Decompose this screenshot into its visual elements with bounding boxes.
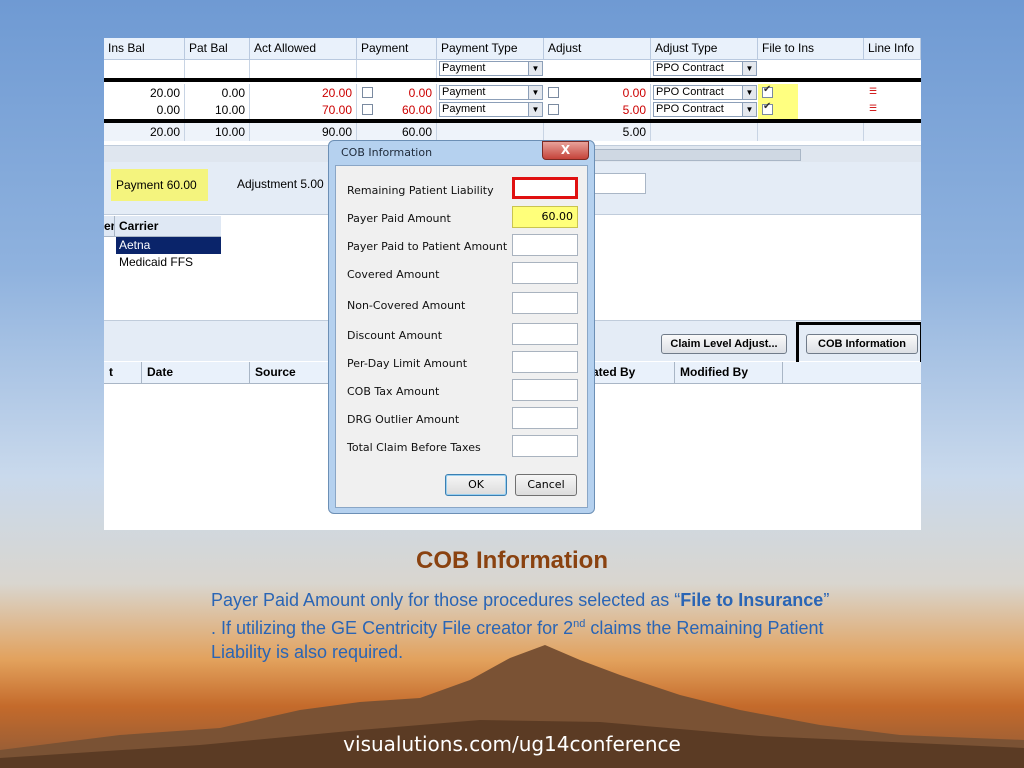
slide-body: Payer Paid Amount only for those procedu…: [211, 588, 831, 664]
payer-paid-amount-input[interactable]: 60.00: [512, 206, 578, 228]
ins-bal-cell[interactable]: 20.00: [104, 84, 185, 102]
dropdown-arrow-icon[interactable]: ▼: [528, 62, 542, 75]
new-row: Payment ▼ PPO Contract ▼: [104, 60, 921, 78]
adjust-type-select[interactable]: PPO Contract ▼: [653, 61, 757, 76]
cob-information-dialog: COB Information X Remaining Patient Liab…: [328, 140, 595, 514]
col-date[interactable]: Date: [142, 362, 250, 383]
scrollbar-thumb[interactable]: [574, 149, 801, 161]
covered-amount-input[interactable]: [512, 262, 578, 284]
table-row[interactable]: 0.00 10.00 70.00 60.00 Payment ▼ 5.00 PPO…: [104, 101, 921, 119]
cancel-button[interactable]: Cancel: [515, 474, 577, 496]
cob-tax-amount-input[interactable]: [512, 379, 578, 401]
body-text: Payer Paid Amount only for those procedu…: [211, 590, 681, 610]
per-day-limit-input[interactable]: [512, 351, 578, 373]
col-adjust-type[interactable]: Adjust Type: [651, 38, 758, 59]
total-payment: 60.00: [357, 123, 437, 141]
close-icon[interactable]: X: [542, 141, 589, 160]
total-ins-bal: 20.00: [104, 123, 185, 141]
col-cut[interactable]: t: [104, 362, 142, 383]
col-ins-bal[interactable]: Ins Bal: [104, 38, 185, 59]
dropdown-arrow-icon[interactable]: ▼: [528, 86, 542, 99]
total-adjust: 5.00: [544, 123, 651, 141]
payment-checkbox[interactable]: [362, 104, 373, 115]
grid-header: Ins Bal Pat Bal Act Allowed Payment Paym…: [104, 38, 921, 60]
col-pat-bal[interactable]: Pat Bal: [185, 38, 250, 59]
col-payment-type[interactable]: Payment Type: [437, 38, 544, 59]
dropdown-arrow-icon[interactable]: ▼: [742, 86, 756, 99]
body-superscript: nd: [573, 618, 586, 630]
line-info-icon[interactable]: ☰: [869, 103, 877, 114]
list-item[interactable]: Aetna: [116, 237, 221, 254]
remaining-patient-liability-input[interactable]: [512, 177, 578, 199]
list-item[interactable]: Medicaid FFS: [116, 254, 221, 271]
dialog-title: COB Information: [341, 146, 433, 159]
file-to-ins-checkbox[interactable]: [762, 101, 773, 115]
col-created-by[interactable]: ated By: [587, 362, 675, 383]
dropdown-arrow-icon[interactable]: ▼: [528, 103, 542, 116]
line-info-icon[interactable]: ☰: [869, 86, 877, 97]
ok-button[interactable]: OK: [445, 474, 507, 496]
total-pat-bal: 10.00: [185, 123, 250, 141]
payment-checkbox[interactable]: [362, 87, 373, 98]
adjust-cell[interactable]: 0.00: [544, 84, 651, 102]
pat-bal-cell[interactable]: 10.00: [185, 101, 250, 119]
carrier-col-cut: er: [104, 216, 115, 236]
adjust-cell[interactable]: 5.00: [544, 101, 651, 119]
discount-amount-input[interactable]: [512, 323, 578, 345]
payer-paid-to-patient-input[interactable]: [512, 234, 578, 256]
footer-url[interactable]: visualutions.com/ug14conference: [0, 732, 1024, 756]
drg-outlier-label: DRG Outlier Amount: [347, 413, 460, 426]
total-claim-label: Total Claim Before Taxes: [347, 441, 481, 454]
col-payment[interactable]: Payment: [357, 38, 437, 59]
adjust-type-select[interactable]: PPO Contract ▼: [653, 102, 757, 117]
col-file-to-ins[interactable]: File to Ins: [758, 38, 864, 59]
non-covered-amount-input[interactable]: [512, 292, 578, 314]
act-allowed-cell[interactable]: 70.00: [250, 101, 357, 119]
payment-type-select[interactable]: Payment ▼: [439, 61, 543, 76]
pat-bal-cell[interactable]: 0.00: [185, 84, 250, 102]
adjust-type-select[interactable]: PPO Contract ▼: [653, 85, 757, 100]
payer-paid-amount-label: Payer Paid Amount: [347, 212, 451, 225]
remaining-patient-liability-label: Remaining Patient Liability: [347, 184, 494, 197]
dialog-body: Remaining Patient Liability Payer Paid A…: [335, 165, 588, 508]
non-covered-amount-label: Non-Covered Amount: [347, 299, 466, 312]
slide-title: COB Information: [416, 547, 608, 574]
payment-type-select[interactable]: Payment ▼: [439, 85, 543, 100]
adjustment-total: Adjustment 5.00: [237, 177, 324, 191]
file-to-ins-checkbox[interactable]: [762, 84, 773, 98]
carrier-col: Carrier: [119, 219, 159, 233]
col-act-allowed[interactable]: Act Allowed: [250, 38, 357, 59]
payment-total: Payment 60.00: [111, 169, 208, 201]
col-modified-by[interactable]: Modified By: [675, 362, 783, 383]
payer-paid-to-patient-label: Payer Paid to Patient Amount: [347, 240, 508, 253]
claim-level-adjust-button[interactable]: Claim Level Adjust...: [661, 334, 787, 354]
covered-amount-label: Covered Amount: [347, 268, 440, 281]
drg-outlier-input[interactable]: [512, 407, 578, 429]
total-act-allowed: 90.00: [250, 123, 357, 141]
ins-bal-cell[interactable]: 0.00: [104, 101, 185, 119]
col-adjust[interactable]: Adjust: [544, 38, 651, 59]
divider: [104, 78, 921, 82]
carrier-header[interactable]: er Carrier: [104, 216, 221, 237]
act-allowed-cell[interactable]: 20.00: [250, 84, 357, 102]
per-day-limit-label: Per-Day Limit Amount: [347, 357, 468, 370]
col-source[interactable]: Source: [250, 362, 330, 383]
col-line-info[interactable]: Line Info: [864, 38, 921, 59]
total-claim-input[interactable]: [512, 435, 578, 457]
discount-amount-label: Discount Amount: [347, 329, 443, 342]
table-row[interactable]: 20.00 0.00 20.00 0.00 Payment ▼ 0.00 PPO …: [104, 84, 921, 102]
body-bold: File to Insurance: [680, 590, 824, 610]
payment-type-select[interactable]: Payment ▼: [439, 102, 543, 117]
dropdown-arrow-icon[interactable]: ▼: [742, 62, 756, 75]
totals-row: 20.00 10.00 90.00 60.00 5.00: [104, 123, 921, 141]
cob-tax-amount-label: COB Tax Amount: [347, 385, 440, 398]
dropdown-arrow-icon[interactable]: ▼: [742, 103, 756, 116]
